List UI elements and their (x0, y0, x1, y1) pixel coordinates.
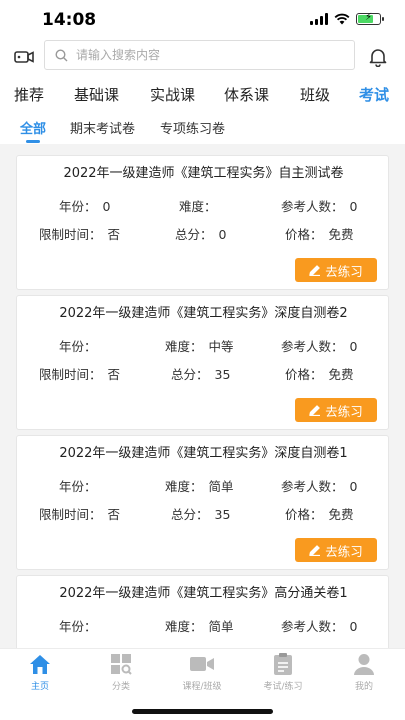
go-practice-label: 去练习 (325, 263, 363, 279)
nav-category-label: 分类 (111, 682, 130, 692)
participants-field: 参考人数： 0 (281, 339, 358, 354)
time-limit-field: 限制时间：否 (39, 507, 121, 522)
nav-mine[interactable]: 我的 (334, 653, 394, 692)
year-field: 年份： (59, 339, 97, 354)
exam-card[interactable]: 2022年一级建造师《建筑工程实务》深度自测卷2 年份： 难度： 中等 参考人数：… (16, 295, 389, 430)
search-box[interactable] (44, 40, 355, 70)
clipboard-icon (274, 653, 292, 675)
pencil-icon (309, 265, 321, 276)
tab-exam[interactable]: 考试 (359, 84, 389, 105)
tab-practical-course[interactable]: 实战课 (150, 84, 195, 105)
year-field: 年份： (59, 479, 97, 494)
nav-category[interactable]: 分类 (91, 653, 151, 692)
bell-icon[interactable] (369, 47, 387, 67)
subtab-final-exam[interactable]: 期末考试卷 (70, 118, 135, 137)
exam-title: 2022年一级建造师《建筑工程实务》深度自测卷1 (59, 446, 348, 461)
time-limit-field: 限制时间：否 (39, 227, 121, 242)
category-tabs: 推荐 基础课 实战课 体系课 班级 考试 (0, 74, 405, 112)
user-icon (354, 654, 374, 675)
search-row (0, 40, 405, 74)
tab-recommend[interactable]: 推荐 (14, 84, 44, 105)
tab-system-course[interactable]: 体系课 (224, 84, 269, 105)
go-practice-label: 去练习 (325, 543, 363, 559)
price-field: 价格：免费 (285, 507, 354, 522)
nav-exam-practice[interactable]: 考试/练习 (253, 653, 313, 692)
difficulty-field: 难度： (179, 199, 217, 214)
year-field: 年份： (59, 619, 97, 634)
total-score-field: 总分：35 (171, 367, 231, 382)
total-score-field: 总分：35 (171, 507, 231, 522)
exam-card[interactable]: 2022年一级建造师《建筑工程实务》深度自测卷1 年份： 难度： 简单 参考人数：… (16, 435, 389, 570)
difficulty-field: 难度： 简单 (165, 619, 234, 634)
battery-icon: ⚡ (356, 12, 384, 25)
price-field: 价格：免费 (285, 227, 354, 242)
home-icon (30, 655, 50, 674)
year-field: 年份： 0 (59, 199, 111, 214)
participants-field: 参考人数： 0 (281, 479, 358, 494)
status-icons: ⚡ (310, 12, 384, 25)
subtab-all[interactable]: 全部 (20, 118, 46, 137)
pencil-icon (309, 545, 321, 556)
nav-course-class[interactable]: 课程/班级 (172, 653, 232, 692)
nav-exam-practice-label: 考试/练习 (263, 682, 303, 692)
total-score-field: 总分： 0 (175, 227, 227, 242)
participants-field: 参考人数： 0 (281, 199, 358, 214)
wifi-icon (334, 13, 350, 25)
time-limit-field: 限制时间：否 (39, 367, 121, 382)
exam-subtabs: 全部 期末考试卷 专项练习卷 (0, 112, 405, 144)
participants-field: 参考人数： 0 (281, 619, 358, 634)
signal-icon (310, 13, 328, 25)
go-practice-button[interactable]: 去练习 (295, 258, 377, 282)
tab-class[interactable]: 班级 (300, 84, 330, 105)
pencil-icon (309, 405, 321, 416)
video-camera-icon (190, 657, 214, 671)
tab-basic-course[interactable]: 基础课 (74, 84, 119, 105)
camera-icon[interactable] (14, 49, 34, 65)
subtab-underline (26, 140, 40, 143)
nav-mine-label: 我的 (354, 682, 373, 692)
nav-home-label: 主页 (30, 682, 49, 692)
difficulty-field: 难度： 简单 (165, 479, 234, 494)
category-icon (111, 654, 132, 675)
go-practice-button[interactable]: 去练习 (295, 398, 377, 422)
status-time: 14:08 (42, 10, 97, 30)
go-practice-button[interactable]: 去练习 (295, 538, 377, 562)
go-practice-label: 去练习 (325, 403, 363, 419)
exam-title: 2022年一级建造师《建筑工程实务》高分通关卷1 (59, 586, 348, 601)
home-indicator (132, 709, 273, 714)
exam-card[interactable]: 2022年一级建造师《建筑工程实务》自主测试卷 年份： 0 难度： 参考人数： 0 … (16, 155, 389, 290)
exam-title: 2022年一级建造师《建筑工程实务》自主测试卷 (63, 166, 344, 181)
status-bar: 14:08 ⚡ (0, 0, 405, 40)
nav-home[interactable]: 主页 (10, 653, 70, 692)
nav-course-class-label: 课程/班级 (182, 682, 222, 692)
price-field: 价格：免费 (285, 367, 354, 382)
exam-title: 2022年一级建造师《建筑工程实务》深度自测卷2 (59, 306, 348, 321)
search-input[interactable] (76, 48, 336, 62)
subtab-special-practice[interactable]: 专项练习卷 (160, 118, 225, 137)
difficulty-field: 难度： 中等 (165, 339, 234, 354)
search-icon (55, 48, 68, 61)
